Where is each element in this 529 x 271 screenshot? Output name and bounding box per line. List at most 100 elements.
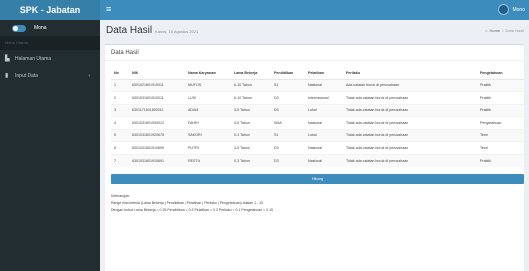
avatar [498,4,510,15]
table-cell: Nasional [305,153,343,167]
table-cell: Lokal [305,128,343,142]
app-brand[interactable]: SPK - Jabatan [0,0,100,20]
table-cell: Tidak ada catatan buruk di perusahaan [343,153,477,167]
hitung-button[interactable]: Hitung [111,173,524,184]
column-header: Pelatihan [305,67,343,80]
table-cell: SMA [271,116,305,129]
table-cell: S1 [271,78,305,92]
table-cell: D3 [271,103,305,117]
table-cell: Praktik [477,91,524,104]
table-cell: 7 [111,153,129,167]
top-navbar: ≡ Mono [100,0,529,20]
table-cell: 0-3 Tahun [231,128,271,142]
table-cell: 3 [111,103,129,117]
table-cell: 3-5 Tahun [231,116,271,129]
notes-heading: Keterangan: [111,193,131,198]
table-cell: Lokal [305,103,343,117]
menu-toggle-icon[interactable]: ≡ [106,4,111,15]
toggle-switch-icon [12,24,26,32]
table-body: 1 6301021601910011 MUFLIS 6-10 Tahun S1 … [111,78,524,167]
breadcrumb-current: Data Hasil [505,28,524,33]
table-cell: Praktik [477,153,524,167]
table-cell: 5 [111,128,129,142]
table-cell: 0-3 Tahun [231,153,271,167]
table-cell: D3 [271,141,305,154]
sidebar-item-input-data[interactable]: ▮ Input Data ‹ [0,67,100,84]
table-cell: LUSI [185,91,231,104]
table-cell: ADAM [185,103,231,117]
sidebar-item-halaman-utama[interactable]: ▙ Halaman Utama [0,50,100,67]
content-header: Data Hasil Kamis, 15 Agustus 2021 [100,20,529,40]
table-cell: FAHRI [185,116,231,129]
sidebar-header: Menu Utama [0,36,100,50]
sidebar-user-panel: Mona [0,20,100,36]
home-icon: ⌂ [485,28,488,33]
table-cell: D3 [271,153,305,167]
table-cell: Tidak ada catatan buruk di perusahaan [343,116,477,129]
table-cell: Tidak ada catatan buruk di perusahaan [343,103,477,117]
table-row: 2 6301031601910011 LUSI 6-10 Tahun D3 In… [111,91,524,104]
table-cell: Tidak ada catatan buruk di perusahaan [343,128,477,142]
user-name: Mono [512,6,525,13]
column-header: No [111,67,129,80]
table-cell: 6301021601910011 [129,78,185,92]
table-cell: 6301031601910011 [129,91,185,104]
table-cell: 6301031601920678 [129,128,185,142]
notes-line: Range nilai kriteria (Lama Bekerja | Pen… [111,200,264,205]
table-cell: 6301031601910690 [129,141,185,154]
column-header: Lama Bekerja [231,67,271,80]
table-row: 5 6301031601920678 SAKORI 0-3 Tahun S1 L… [111,128,524,142]
page-title: Data Hasil [106,25,153,36]
brand-title: SPK - Jabatan [19,5,81,15]
box-title: Data Hasil [105,45,524,61]
sidebar: Mona Menu Utama ▙ Halaman Utama ▮ Input … [0,20,100,271]
column-header: Nama Karyawan [185,67,231,80]
chevron-left-icon: ‹ [88,72,90,79]
user-menu[interactable]: Mono [498,4,525,15]
bar-chart-icon: ▮ [5,73,9,79]
column-header: Perilaku [343,67,477,80]
table-row: 1 6301021601910011 MUFLIS 6-10 Tahun S1 … [111,78,524,92]
table-cell: 6301031601910691 [129,153,185,167]
table-cell: 3-5 Tahun [231,103,271,117]
table-cell: RESTU [185,153,231,167]
table-header-row: No NIK Nama Karyawan Lama Bekerja Pendid… [111,67,524,80]
table-cell: Ada catatan buruk di perusahaan [343,78,477,92]
table-cell: Tidak ada catatan buruk di perusahaan [343,141,477,154]
table-cell: 4 [111,116,129,129]
table-cell: Tidak ada catatan buruk di perusahaan [343,91,477,104]
table-cell: 6-10 Tahun [231,78,271,92]
table-cell: MUFLIS [185,78,231,92]
table-cell: Pengetahuan [477,116,524,129]
table-row: 3 6301171601890011 ADAM 3-5 Tahun D3 Lok… [111,103,524,117]
table-cell: 2 [111,91,129,104]
notes-section: Keterangan: Range nilai kriteria (Lama B… [105,184,524,214]
table-cell: D3 [271,91,305,104]
table-cell: 6 [111,141,129,154]
table-cell: Teori [477,128,524,142]
data-hasil-box: Data Hasil No NIK Nama Karyawan Lama Bek… [105,44,524,271]
table-cell: Teori [477,141,524,154]
table-cell: 3-5 Tahun [231,141,271,154]
sidebar-item-label: Input Data [15,72,39,79]
breadcrumb: ⌂ Home › Data Hasil [485,28,524,33]
sidebar-user-label: Mona [34,25,47,31]
dashboard-icon: ▙ [5,56,10,62]
column-header: Pendidikan [271,67,305,80]
table-cell: Praktik [477,78,524,92]
column-header: Pengetahuan [477,67,524,80]
table-cell: 6301031601930012 [129,116,185,129]
table-cell: S1 [271,128,305,142]
table-cell: Internasional [305,91,343,104]
table-cell: 6-10 Tahun [231,91,271,104]
table-cell: 6301171601890011 [129,103,185,117]
main-content: Data Hasil Kamis, 15 Agustus 2021 ⌂ Home… [100,20,529,271]
table-cell: SAKORI [185,128,231,142]
table-cell: PUTRI [185,141,231,154]
table-cell: Nasional [305,78,343,92]
breadcrumb-home[interactable]: Home [490,28,501,33]
table-row: 6 6301031601910690 PUTRI 3-5 Tahun D3 Na… [111,141,524,154]
table-cell: Nasional [305,141,343,154]
table-row: 4 6301031601930012 FAHRI 3-5 Tahun SMA N… [111,116,524,129]
page-subtitle: Kamis, 15 Agustus 2021 [155,29,199,34]
